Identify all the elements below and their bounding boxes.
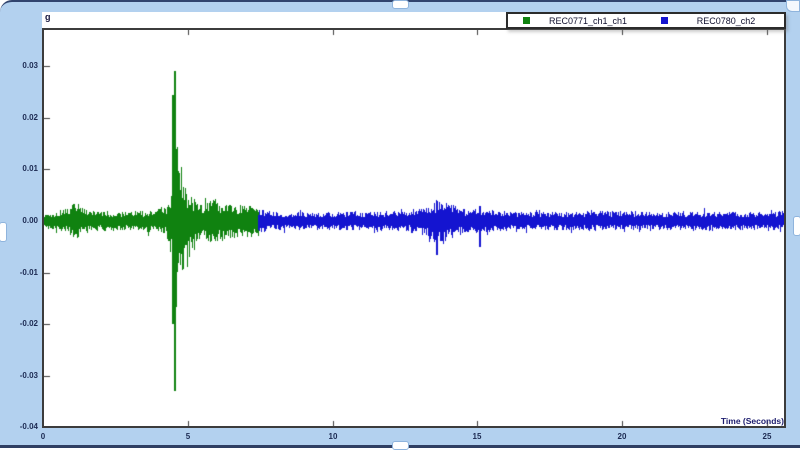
legend-entry-rec0771[interactable]: REC0771_ch1_ch1: [508, 14, 646, 27]
legend-swatch-blue: [661, 17, 668, 24]
y-tick-label: -0.02: [4, 319, 38, 328]
splitter-grip-left[interactable]: [0, 222, 7, 242]
y-tick-label: -0.01: [4, 268, 38, 277]
y-tick-label: 0.00: [4, 216, 38, 225]
y-axis-unit-label: g: [45, 12, 51, 22]
y-tick-label: 0.02: [4, 113, 38, 122]
y-tick-label: 0.03: [4, 61, 38, 70]
x-axis-title: Time (Seconds): [598, 416, 784, 426]
x-tick-label: 10: [317, 432, 349, 441]
corner-tab[interactable]: [786, 0, 800, 12]
y-tick-label: -0.03: [4, 371, 38, 380]
x-tick-label: 20: [606, 432, 638, 441]
splitter-grip-top[interactable]: [392, 0, 409, 9]
legend-swatch-green: [523, 17, 530, 24]
x-tick-label: 5: [172, 432, 204, 441]
y-tick-label: -0.04: [4, 422, 38, 431]
splitter-grip-right[interactable]: [793, 216, 800, 236]
legend-entry-rec0780[interactable]: REC0780_ch2: [646, 14, 784, 27]
legend-label: REC0771_ch1_ch1: [530, 16, 646, 26]
x-tick-label: 25: [751, 432, 783, 441]
x-tick-label: 15: [461, 432, 493, 441]
chart-legend: REC0771_ch1_ch1 REC0780_ch2: [506, 12, 786, 29]
y-tick-label: 0.01: [4, 164, 38, 173]
splitter-grip-bottom[interactable]: [392, 441, 409, 450]
x-tick-label: 0: [27, 432, 59, 441]
waveform-canvas[interactable]: [44, 30, 784, 426]
legend-label: REC0780_ch2: [668, 16, 784, 26]
